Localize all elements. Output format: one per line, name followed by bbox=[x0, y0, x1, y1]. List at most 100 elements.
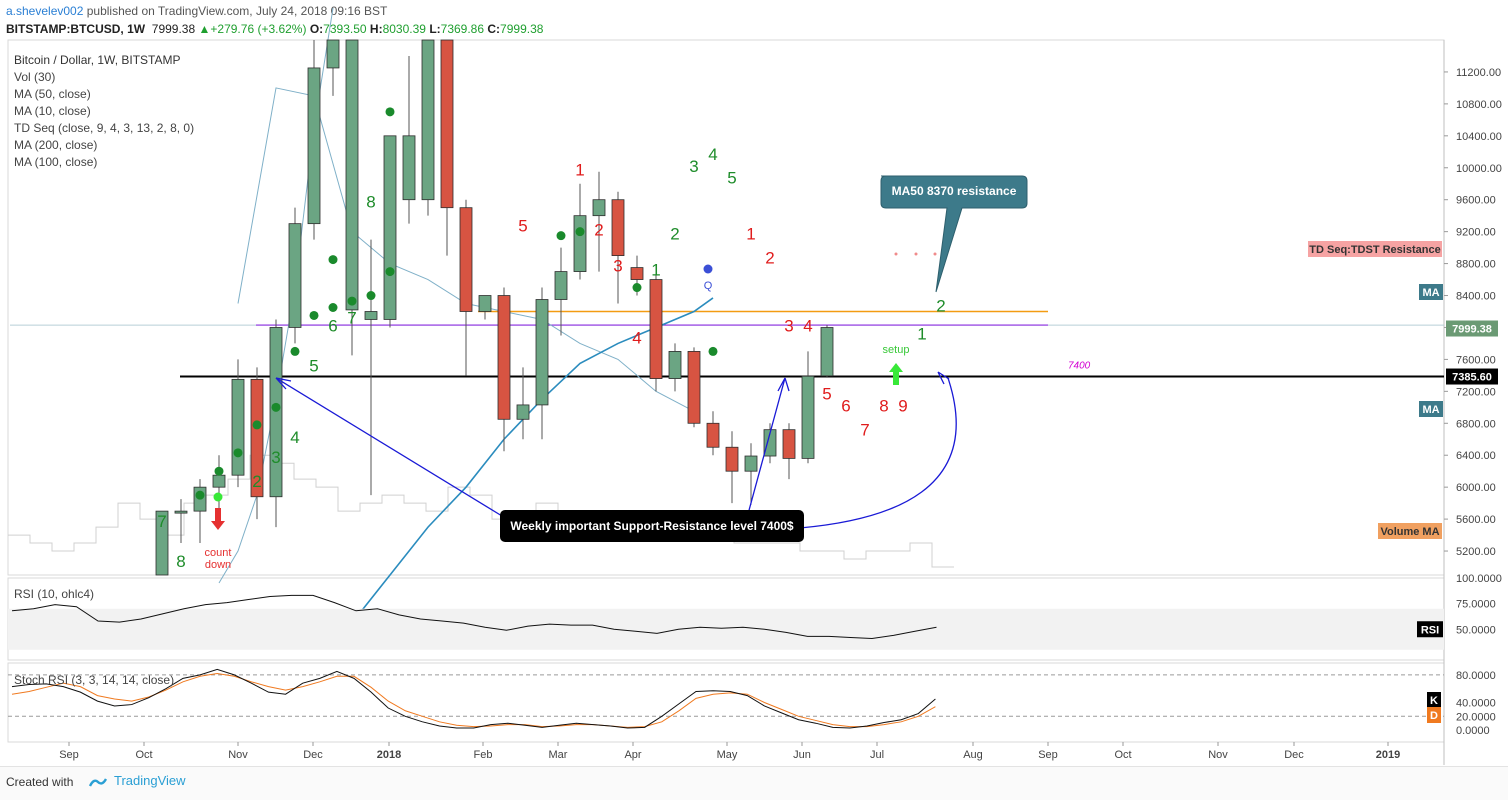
candle-body[interactable] bbox=[668, 351, 682, 379]
candle-body[interactable] bbox=[497, 295, 511, 420]
td-seq-label: 1 bbox=[651, 261, 660, 280]
candle-body[interactable] bbox=[231, 378, 245, 476]
candle-body[interactable] bbox=[478, 295, 492, 312]
candle-body[interactable] bbox=[782, 429, 796, 459]
td-seq-label: 4 bbox=[708, 145, 717, 164]
candle-body[interactable] bbox=[706, 422, 720, 448]
y-tick-label: 10800.00 bbox=[1456, 99, 1502, 111]
rsi-pane-label[interactable]: RSI (10, ohlc4) bbox=[14, 587, 94, 601]
candle-body[interactable] bbox=[440, 39, 454, 209]
td-seq-label: 4 bbox=[632, 328, 641, 347]
legend-item[interactable]: MA (100, close) bbox=[14, 154, 194, 171]
candle-body[interactable] bbox=[592, 199, 606, 217]
y-tick-label: 9600.00 bbox=[1456, 195, 1496, 207]
candle-body[interactable] bbox=[611, 199, 625, 256]
x-tick-label: Apr bbox=[624, 749, 641, 761]
candle-body[interactable] bbox=[307, 67, 321, 225]
candle-body[interactable] bbox=[383, 135, 397, 320]
td-setup-dot bbox=[385, 107, 395, 117]
legend-item[interactable]: TD Seq (close, 9, 4, 3, 13, 2, 8, 0) bbox=[14, 120, 194, 137]
q-marker-dot bbox=[703, 264, 713, 274]
candle-body[interactable] bbox=[630, 267, 644, 280]
td-setup-dot bbox=[271, 402, 281, 412]
brand-label: TradingView bbox=[114, 773, 186, 788]
stoch-tick-label: 0.0000 bbox=[1456, 725, 1490, 737]
x-tick-label: Dec bbox=[1284, 749, 1304, 761]
candle-body[interactable] bbox=[801, 375, 815, 459]
setup-label: setup bbox=[883, 344, 910, 356]
candle-body[interactable] bbox=[269, 327, 283, 498]
stoch-pane-label[interactable]: Stoch RSI (3, 3, 14, 14, close) bbox=[14, 673, 174, 687]
x-tick-label: Aug bbox=[963, 749, 983, 761]
candle-body[interactable] bbox=[554, 271, 568, 300]
y-tick-label: 7200.00 bbox=[1456, 386, 1496, 398]
candle-body[interactable] bbox=[649, 279, 663, 379]
tdst-tag-text: TD Seq:TDST Resistance bbox=[1309, 244, 1440, 256]
candle-body[interactable] bbox=[345, 39, 359, 311]
td-setup-dot bbox=[347, 296, 357, 306]
y-tick-label: 11200.00 bbox=[1456, 67, 1501, 79]
rsi-axis-tag-text: RSI bbox=[1421, 624, 1439, 636]
rsi-tick-label: 50.0000 bbox=[1456, 624, 1496, 636]
ma-axis-tag-text: MA bbox=[1422, 404, 1439, 416]
candle-body[interactable] bbox=[212, 474, 226, 488]
candle-body[interactable] bbox=[573, 215, 587, 272]
candle-body[interactable] bbox=[459, 207, 473, 312]
td-seq-label: 1 bbox=[917, 324, 926, 343]
x-tick-label: Oct bbox=[1114, 749, 1131, 761]
x-tick-label: 2018 bbox=[377, 749, 401, 761]
candle-body[interactable] bbox=[820, 327, 834, 377]
ma50-callout-text: MA50 8370 resistance bbox=[892, 184, 1017, 198]
td-seq-label: 5 bbox=[518, 217, 527, 236]
x-tick-label: Sep bbox=[1038, 749, 1058, 761]
y-tick-label: 6400.00 bbox=[1456, 450, 1496, 462]
tdst-dot bbox=[894, 252, 898, 256]
td-seq-label: 2 bbox=[765, 249, 774, 268]
stoch-tick-label: 40.0000 bbox=[1456, 698, 1496, 710]
tradingview-link[interactable]: TradingView bbox=[88, 773, 186, 788]
td-seq-label: 4 bbox=[290, 428, 299, 447]
candle-body[interactable] bbox=[516, 404, 530, 420]
td-seq-label: 2 bbox=[670, 225, 679, 244]
td-setup-dot bbox=[556, 231, 566, 241]
legend-item[interactable]: MA (50, close) bbox=[14, 86, 194, 103]
candle-body[interactable] bbox=[421, 39, 435, 201]
candle-body[interactable] bbox=[402, 135, 416, 201]
candle-body[interactable] bbox=[174, 510, 188, 514]
td-seq-label: 8 bbox=[366, 193, 375, 212]
td-setup-dot bbox=[328, 303, 338, 312]
td-seq-label: 2 bbox=[594, 221, 603, 240]
td-seq-label: 5 bbox=[822, 384, 831, 403]
td-setup-dot bbox=[575, 227, 585, 237]
support-note-label: 7400 bbox=[1068, 361, 1091, 372]
candle-body[interactable] bbox=[744, 455, 758, 472]
td-seq-label: 3 bbox=[271, 448, 280, 467]
rsi-tick-label: 75.0000 bbox=[1456, 599, 1496, 611]
y-tick-label: 7600.00 bbox=[1456, 354, 1496, 366]
tradingview-logo-icon bbox=[88, 777, 108, 787]
ma-axis-tag-text: MA bbox=[1422, 287, 1439, 299]
price-chart[interactable]: 5200.00 5600.00 6000.00 6400.00 6800.00 7200.… bbox=[0, 0, 1508, 766]
x-tick-label: Jul bbox=[870, 749, 884, 761]
td-setup-dot bbox=[195, 490, 205, 500]
indicator-legend: Bitcoin / Dollar, 1W, BITSTAMP Vol (30) … bbox=[14, 52, 194, 171]
countdown-label: down bbox=[205, 559, 231, 571]
y-tick-label: 6000.00 bbox=[1456, 482, 1496, 494]
td-setup-dot bbox=[214, 466, 224, 476]
legend-item[interactable]: MA (200, close) bbox=[14, 137, 194, 154]
td-setup-dot bbox=[328, 255, 338, 265]
candle-body[interactable] bbox=[535, 299, 549, 406]
candle-body[interactable] bbox=[725, 446, 739, 472]
tdst-dot bbox=[933, 252, 937, 256]
y-tick-label: 8400.00 bbox=[1456, 291, 1496, 303]
legend-item[interactable]: MA (10, close) bbox=[14, 103, 194, 120]
td-seq-label: 7 bbox=[347, 308, 356, 327]
candle-body[interactable] bbox=[288, 223, 302, 328]
legend-item[interactable]: Vol (30) bbox=[14, 69, 194, 86]
candle-body[interactable] bbox=[364, 311, 378, 320]
x-tick-label: 2019 bbox=[1376, 749, 1400, 761]
candle-body[interactable] bbox=[326, 39, 340, 69]
td-seq-label: 4 bbox=[803, 316, 812, 335]
y-tick-label: 6800.00 bbox=[1456, 418, 1496, 430]
candle-body[interactable] bbox=[687, 351, 701, 424]
